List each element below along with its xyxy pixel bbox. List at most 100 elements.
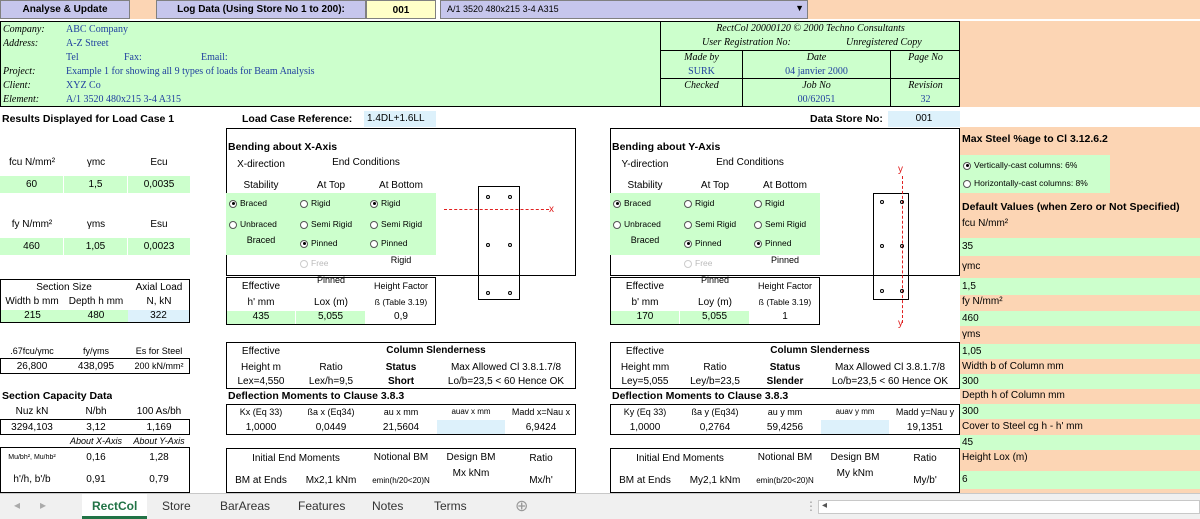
default-row-value[interactable]: 1,5 [960,278,1200,295]
y-m2-label: My2,1 kNm [689,475,741,486]
address-value[interactable]: A-Z Street [66,38,109,49]
sheet-tab-terms[interactable]: Terms [424,494,477,519]
x-auav-input[interactable] [437,420,505,434]
scroll-left-icon[interactable]: ◂ [14,498,20,512]
radio-selected-icon [370,199,378,208]
y-top-free-radio[interactable]: Free [684,258,712,268]
horizontal-cast-radio[interactable]: Horizontally-cast columns: 8% [963,178,1088,188]
default-row-value[interactable]: 35 [960,238,1200,256]
y-auav-input[interactable] [821,420,889,434]
load-case-ref-value[interactable]: 1.4DL+1.6LL [364,111,436,127]
ecu-value[interactable]: 0,0035 [128,176,190,193]
y-defl-title: Deflection Moments to Clause 3.8.3 [612,390,789,402]
gmc-value[interactable]: 1,5 [64,176,127,193]
default-row-value[interactable]: 460 [960,311,1200,326]
log-data-button[interactable]: Log Data (Using Store No 1 to 200): [156,0,366,19]
y-height-label: Height mm [620,362,670,373]
registration-value: Unregistered Copy [846,37,922,48]
sheet-tab-features[interactable]: Features [288,494,355,519]
x-beta-value: 0,9 [394,311,408,322]
x-unbraced-radio[interactable]: Unbraced [229,219,277,229]
y-unbraced-radio[interactable]: Unbraced [613,219,661,229]
radio-empty-icon [684,220,692,229]
y-madd-label: Madd y=Nau y [895,407,955,417]
add-sheet-icon[interactable]: ⊕ [515,496,528,516]
rebar-dot [900,200,904,204]
x-top-pinned-radio[interactable]: Pinned [300,238,337,248]
sheet-tab-store[interactable]: Store [152,494,201,519]
vertical-cast-radio[interactable]: Vertically-cast columns: 6% [963,160,1077,170]
radio-empty-icon [300,259,308,268]
store-select[interactable]: A/1 3520 480x215 3-4 A315 ▼ [440,0,808,19]
default-row-value[interactable]: 300 [960,404,1200,419]
chevron-down-icon[interactable]: ▼ [795,3,804,13]
mu-ratio-x: 0,16 [86,452,106,463]
radio-empty-icon [963,179,971,188]
y-braced-radio[interactable]: Braced [613,198,651,208]
y-lo-label: Loy (m) [698,297,732,308]
depth-value[interactable]: 480 [64,310,128,322]
horizontal-scrollbar[interactable]: ◂ [818,500,1200,514]
default-row-label: Depth h of Column mm [962,390,1065,401]
results-title: Results Displayed for Load Case 1 [2,113,175,125]
date-value[interactable]: 04 janvier 2000 [743,66,890,77]
esu-value[interactable]: 0,0023 [128,238,190,255]
y-lo-value[interactable]: 5,055 [680,311,749,324]
project-value[interactable]: Example 1 for showing all 9 types of loa… [66,66,315,77]
x-allowed-label: Max Allowed Cl 3.8.1.7/8 [450,362,562,373]
x-bottom-pinned-radio[interactable]: Pinned [370,238,407,248]
n-value[interactable]: 322 [128,310,189,322]
y-at-bottom-label: At Bottom [763,180,807,191]
x-madd-value: 6,9424 [525,422,557,433]
split-handle-icon[interactable]: ⋮ [805,499,817,513]
y-top-semi-radio[interactable]: Semi Rigid [684,219,736,229]
label-element: Element: [3,94,40,105]
y-bottom-rigid-radio[interactable]: Rigid [754,198,784,208]
x-top-rigid-radio[interactable]: Rigid [300,198,330,208]
default-row-value[interactable]: 45 [960,435,1200,450]
y-top-rigid-radio[interactable]: Rigid [684,198,714,208]
scrollbar-left-arrow-icon[interactable]: ◂ [822,500,827,511]
company-value[interactable]: ABC Company [66,24,128,35]
default-row-value[interactable]: 300 [960,374,1200,389]
revision-value[interactable]: 32 [891,94,960,105]
bending-x-panel: Bending about X-Axis X-direction End Con… [226,128,576,493]
x-ratio2-label: Ratio [529,453,553,464]
x-bm-ends-label: BM at Ends [235,475,287,486]
radio-empty-icon [229,220,237,229]
fcu-value[interactable]: 60 [0,176,63,193]
analyse-update-button[interactable]: Analyse & Update [0,0,130,19]
about-y-label: About Y-Axis [133,436,185,446]
client-value[interactable]: XYZ Co [66,80,101,91]
scroll-right-icon[interactable]: ▸ [40,498,46,512]
x-braced-radio[interactable]: Braced [229,198,267,208]
x-bottom-rigid-radio[interactable]: Rigid [370,198,400,208]
x-top-free-radio[interactable]: Free [300,258,328,268]
radio-empty-icon [370,239,378,248]
sheet-tab-rectcol[interactable]: RectCol [82,494,148,519]
y-top-pinned-radio[interactable]: Pinned [684,238,721,248]
made-by-value[interactable]: SURK [661,66,742,77]
x-lo-value[interactable]: 5,055 [296,311,365,324]
sheet-tab-barareas[interactable]: BarAreas [210,494,280,519]
gms-value[interactable]: 1,05 [64,238,127,255]
y-mxh-label: My/b' [913,475,937,486]
rebar-dot [508,291,512,295]
default-row-value[interactable]: 6 [960,471,1200,489]
job-no-value[interactable]: 00/62051 [743,94,890,105]
width-value[interactable]: 215 [1,310,64,322]
default-row-value[interactable]: 1,05 [960,344,1200,359]
element-value[interactable]: A/1 3520 480x215 3-4 A315 [66,94,181,105]
data-store-value[interactable]: 001 [888,111,960,127]
y-bottom-semi-radio[interactable]: Semi Rigid [754,219,806,229]
radio-label: Rigid [381,198,401,208]
fy-value[interactable]: 460 [0,238,63,255]
x-top-semi-radio[interactable]: Semi Rigid [300,219,352,229]
sheet-tab-notes[interactable]: Notes [362,494,413,519]
y-au-value: 59,4256 [766,422,804,433]
y-bottom-pinned-radio[interactable]: Pinned [754,238,791,248]
x-bottom-semi-radio[interactable]: Semi Rigid [370,219,422,229]
log-store-input[interactable]: 001 [366,0,436,19]
rebar-dot [508,243,512,247]
tel-label: Tel [66,52,79,63]
